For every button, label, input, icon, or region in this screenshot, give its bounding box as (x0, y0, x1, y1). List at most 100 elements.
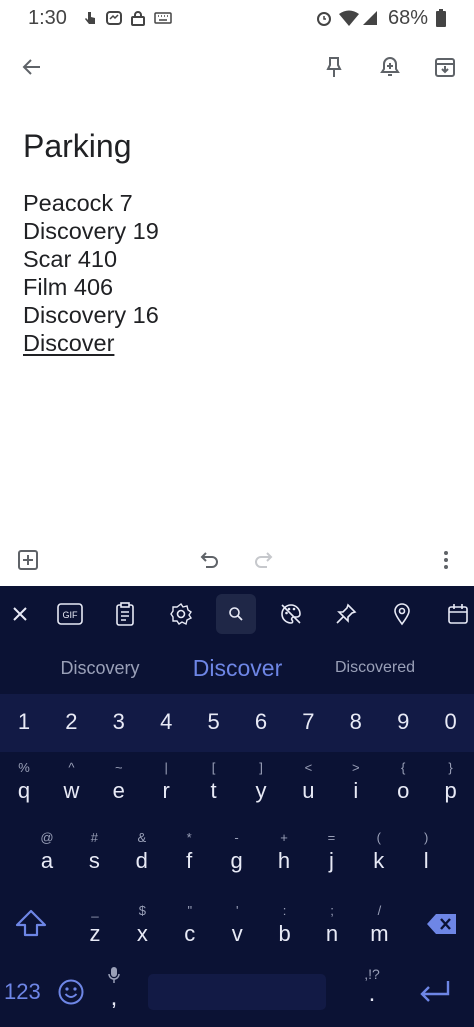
digit-key[interactable]: 4 (144, 694, 188, 752)
letter-key[interactable]: ^ w (49, 756, 93, 816)
search-icon (229, 607, 243, 621)
digit-keys: 1 2 3 4 5 6 7 8 9 0 (0, 694, 474, 752)
digit-key[interactable]: 9 (381, 694, 425, 752)
comma-key[interactable]: , (98, 966, 130, 1016)
key-label: l (423, 848, 429, 873)
period-label: . (368, 980, 376, 1007)
letter-key[interactable]: > i (334, 756, 378, 816)
letter-key[interactable]: & d (120, 826, 164, 886)
palette-icon (281, 604, 301, 624)
digit-key[interactable]: 8 (334, 694, 378, 752)
calendar-icon (448, 604, 468, 624)
letter-key[interactable]: :b (263, 899, 307, 959)
digit-key[interactable]: 1 (2, 694, 46, 752)
search-button[interactable] (216, 594, 256, 634)
suggestion-2[interactable]: Discover (160, 644, 315, 692)
archive-button[interactable] (425, 47, 465, 87)
key-label: 4 (160, 709, 173, 734)
letter-key[interactable]: * f (167, 826, 211, 886)
letter-key[interactable]: ; n (310, 899, 354, 959)
add-box-icon (18, 550, 38, 570)
enter-key[interactable] (418, 978, 454, 1008)
letter-key[interactable]: [t (192, 756, 236, 816)
back-arrow-icon (22, 59, 40, 75)
digit-key[interactable]: 2 (49, 694, 93, 752)
theme-button[interactable] (271, 594, 311, 634)
redo-icon (255, 552, 273, 568)
letter-key[interactable]: } p (429, 756, 473, 816)
undo-icon (200, 552, 218, 568)
key-label: 5 (207, 709, 220, 734)
more-options-button[interactable] (428, 542, 464, 578)
back-button[interactable] (12, 47, 52, 87)
key-label: 1 (17, 709, 31, 734)
key-label: n (325, 921, 339, 946)
shift-key[interactable] (14, 908, 50, 944)
digit-key[interactable]: 7 (286, 694, 330, 752)
emoji-key[interactable] (57, 978, 87, 1008)
key-label: m (370, 921, 389, 946)
letter-key[interactable]: _ z (73, 899, 117, 959)
gif-label: GIF (63, 610, 79, 620)
letter-key[interactable]: " c (168, 899, 212, 959)
digit-key[interactable]: 3 (97, 694, 141, 752)
settings-button[interactable] (161, 594, 201, 634)
letter-key[interactable]: ] y (239, 756, 283, 816)
letter-key[interactable]: # s (72, 826, 116, 886)
key-hint: @ (40, 830, 54, 845)
note-title[interactable]: Parking (23, 128, 132, 165)
letter-key[interactable]: $ x (120, 899, 164, 959)
symbols-key[interactable]: 123 (4, 979, 41, 1005)
pin-tool-button[interactable] (326, 594, 366, 634)
letter-key[interactable]: -g (215, 826, 259, 886)
letter-key[interactable]: @ a (25, 826, 69, 886)
location-icon (394, 603, 410, 626)
suggestion-1[interactable]: Discovery (20, 644, 180, 692)
letter-key[interactable]: ~ e (97, 756, 141, 816)
letter-key[interactable]: < u (286, 756, 330, 816)
backspace-key[interactable] (426, 912, 460, 938)
note-line: Discovery 16 (23, 302, 159, 328)
signal-icon (363, 11, 377, 25)
close-toolbar-button[interactable] (0, 594, 40, 634)
letter-key[interactable]: | r (144, 756, 188, 816)
key-label: 2 (65, 709, 78, 734)
calendar-button[interactable] (438, 594, 474, 634)
period-key[interactable]: ,!? . (356, 966, 388, 1016)
letter-key[interactable]: + h (262, 826, 306, 886)
pin-icon (326, 57, 342, 77)
note-body[interactable]: Peacock 7 Discovery 19 Scar 410 Film 406… (23, 189, 159, 357)
key-label: g (230, 848, 243, 873)
space-key[interactable] (148, 974, 326, 1010)
enter-icon (420, 981, 450, 1002)
key-label: 3 (112, 709, 125, 734)
add-content-button[interactable] (10, 542, 46, 578)
letter-key[interactable]: / m (357, 899, 401, 959)
reminder-button[interactable] (370, 47, 410, 87)
digit-key[interactable]: 5 (192, 694, 236, 752)
note-line: Peacock 7 (23, 190, 133, 216)
letter-key[interactable]: ) l (404, 826, 448, 886)
clipboard-button[interactable] (105, 594, 145, 634)
archive-icon (435, 58, 455, 77)
redo-button[interactable] (246, 542, 282, 578)
gif-button[interactable]: GIF (50, 594, 90, 634)
key-row-1: % q ^ w ~ e | r[t] y < u > i{o} p (0, 756, 474, 818)
letter-key[interactable]: {o (381, 756, 425, 816)
key-label: o (397, 778, 410, 803)
digit-key[interactable]: 6 (239, 694, 283, 752)
key-hint: _ (91, 903, 99, 918)
key-label: 9 (397, 709, 410, 734)
letter-key[interactable]: ' v (215, 899, 259, 959)
letter-key[interactable]: % q (2, 756, 46, 816)
letter-key[interactable]: (k (357, 826, 401, 886)
key-hint: ) (424, 830, 429, 845)
pin-button[interactable] (314, 47, 354, 87)
letter-key[interactable]: = j (309, 826, 353, 886)
digit-key[interactable]: 0 (429, 694, 473, 752)
undo-button[interactable] (191, 542, 227, 578)
key-label: x (136, 921, 148, 946)
location-button[interactable] (382, 594, 422, 634)
suggestion-3[interactable]: Discovered (300, 644, 450, 692)
microphone-icon (108, 967, 120, 983)
